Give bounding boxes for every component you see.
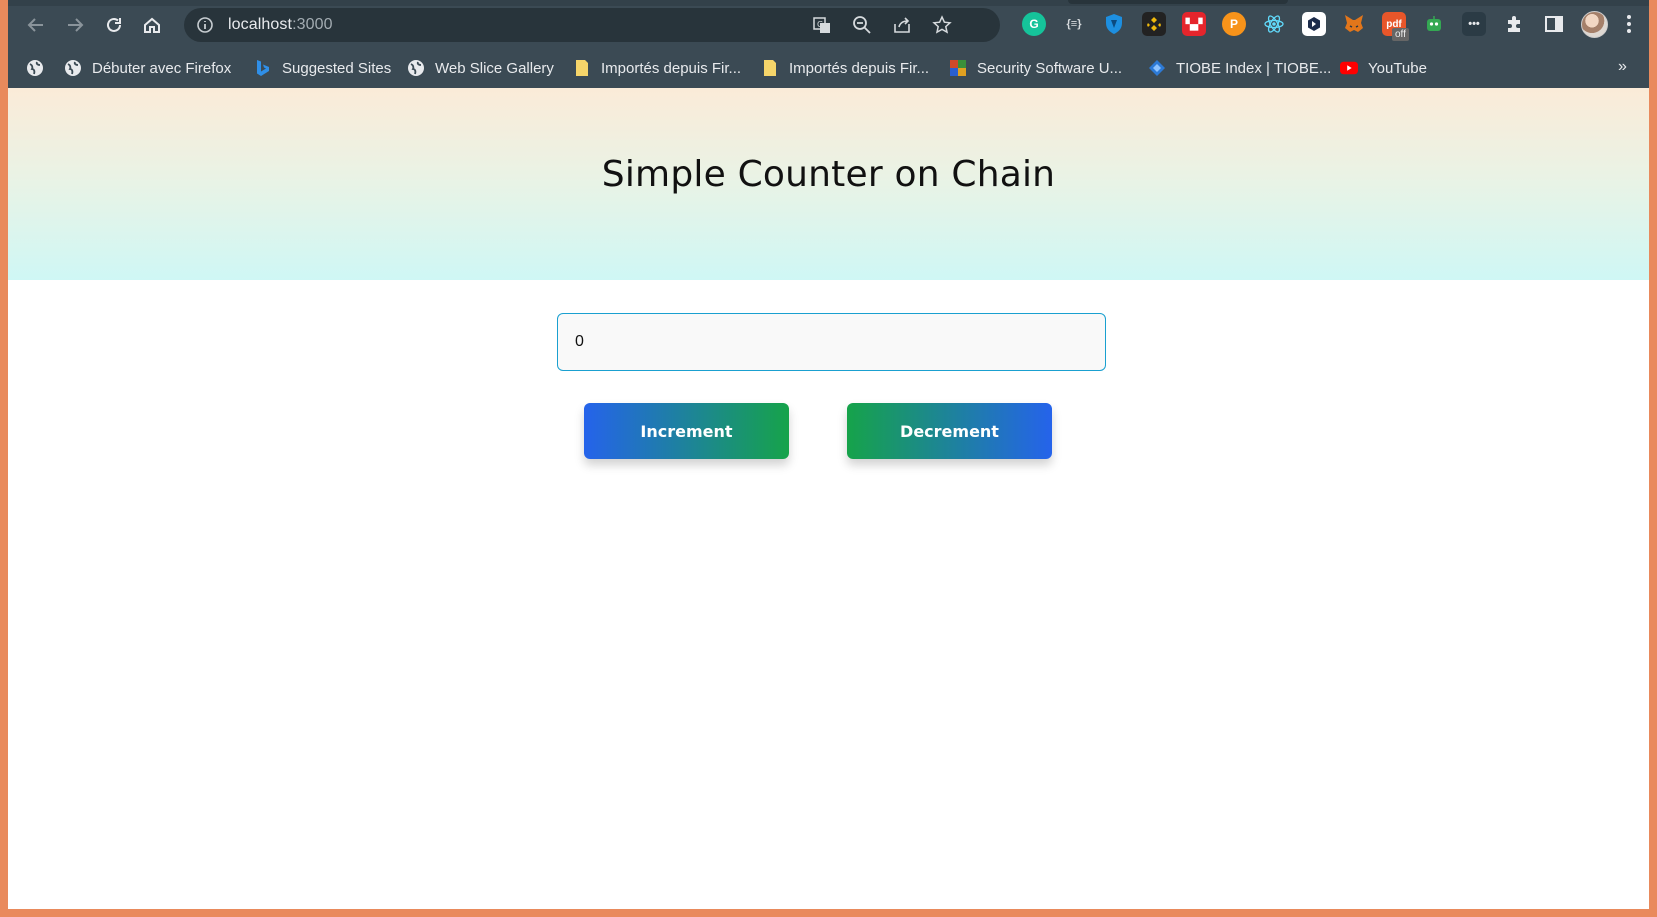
tab-strip bbox=[8, 0, 1649, 6]
address-bar[interactable]: localhost:3000 G bbox=[184, 8, 1000, 42]
bing-icon bbox=[254, 59, 272, 77]
site-favicon bbox=[949, 59, 967, 77]
bookmark-security-software[interactable]: Security Software U... bbox=[949, 57, 1122, 79]
bookmark-label: Importés depuis Fir... bbox=[789, 59, 930, 77]
bookmark-folder-1[interactable]: Importés depuis Fir... bbox=[573, 57, 741, 79]
page-header: Simple Counter on Chain bbox=[8, 88, 1649, 280]
mendeley-icon[interactable]: ▚▞ bbox=[1182, 12, 1206, 36]
bookmarks-bar: Débuter avec Firefox Suggested Sites Web… bbox=[8, 48, 1649, 88]
globe-icon bbox=[64, 59, 82, 77]
globe-icon bbox=[407, 59, 425, 77]
folder-icon bbox=[573, 59, 591, 77]
bookmark-label: Security Software U... bbox=[977, 59, 1123, 77]
arrow-left-icon bbox=[27, 18, 43, 32]
share-icon[interactable] bbox=[892, 15, 912, 35]
counter-value-input[interactable] bbox=[557, 313, 1106, 371]
globe-icon bbox=[26, 59, 44, 77]
bookmarks-overflow-button[interactable]: » bbox=[1618, 58, 1627, 76]
tiobe-icon bbox=[1148, 59, 1166, 77]
metamask-icon[interactable] bbox=[1342, 12, 1366, 36]
cube-icon[interactable] bbox=[1302, 12, 1326, 36]
bookmark-debuter-firefox[interactable]: Débuter avec Firefox bbox=[64, 57, 231, 79]
url-port: :3000 bbox=[292, 16, 333, 33]
bookmark-tiobe-index[interactable]: TIOBE Index | TIOBE... bbox=[1148, 57, 1331, 79]
increment-button[interactable]: Increment bbox=[584, 403, 789, 459]
url-text: localhost:3000 bbox=[228, 16, 333, 34]
translate-icon[interactable]: G bbox=[812, 15, 832, 35]
home-button[interactable] bbox=[138, 11, 166, 39]
more-extensions-icon[interactable]: ••• bbox=[1462, 12, 1486, 36]
browser-window: localhost:3000 G G {≡} ▚▞ P pdf off ••• … bbox=[8, 0, 1649, 909]
bookmark-label: Importés depuis Fir... bbox=[601, 59, 742, 77]
coin-icon[interactable]: P bbox=[1222, 12, 1246, 36]
youtube-icon bbox=[1340, 59, 1358, 77]
bookmark-label: Débuter avec Firefox bbox=[92, 59, 232, 77]
tab-edge[interactable] bbox=[1068, 0, 1288, 4]
bookmark-star-icon[interactable] bbox=[932, 15, 952, 35]
bookmark-folder-2[interactable]: Importés depuis Fir... bbox=[761, 57, 929, 79]
folder-icon bbox=[761, 59, 779, 77]
binance-icon[interactable] bbox=[1142, 12, 1166, 36]
back-button[interactable] bbox=[22, 11, 50, 39]
svg-text:G: G bbox=[817, 20, 823, 29]
react-devtools-icon[interactable] bbox=[1262, 12, 1286, 36]
grammarly-icon[interactable]: G bbox=[1022, 12, 1046, 36]
profile-avatar[interactable] bbox=[1581, 11, 1608, 38]
bookmark-label: Suggested Sites bbox=[282, 59, 392, 77]
bookmark-label: TIOBE Index | TIOBE... bbox=[1176, 59, 1332, 77]
json-formatter-icon[interactable]: {≡} bbox=[1062, 12, 1086, 36]
browser-toolbar: localhost:3000 G G {≡} ▚▞ P pdf off ••• bbox=[8, 0, 1649, 48]
bookmark-label: YouTube bbox=[1368, 59, 1427, 77]
url-host: localhost bbox=[228, 16, 293, 33]
arrow-right-icon bbox=[68, 18, 84, 32]
bookmark-label: Web Slice Gallery bbox=[435, 59, 554, 77]
page-title: Simple Counter on Chain bbox=[601, 154, 1056, 195]
bookmark-suggested-sites[interactable]: Suggested Sites bbox=[254, 57, 391, 79]
bookmark-globe[interactable] bbox=[26, 57, 44, 79]
bookmark-youtube[interactable]: YouTube bbox=[1340, 57, 1427, 79]
robot-icon[interactable] bbox=[1422, 12, 1446, 36]
extension-badge: off bbox=[1392, 28, 1409, 41]
shield-icon[interactable] bbox=[1102, 12, 1126, 36]
home-icon bbox=[144, 17, 160, 33]
reload-button[interactable] bbox=[100, 11, 128, 39]
kebab-menu-icon[interactable] bbox=[1625, 12, 1633, 36]
side-panel-icon[interactable] bbox=[1542, 12, 1566, 36]
info-icon[interactable] bbox=[196, 16, 214, 34]
reload-icon bbox=[107, 17, 121, 32]
zoom-out-icon[interactable] bbox=[852, 15, 872, 35]
puzzle-icon[interactable] bbox=[1502, 12, 1526, 36]
forward-button[interactable] bbox=[61, 11, 89, 39]
decrement-button[interactable]: Decrement bbox=[847, 403, 1052, 459]
bookmark-web-slice-gallery[interactable]: Web Slice Gallery bbox=[407, 57, 554, 79]
